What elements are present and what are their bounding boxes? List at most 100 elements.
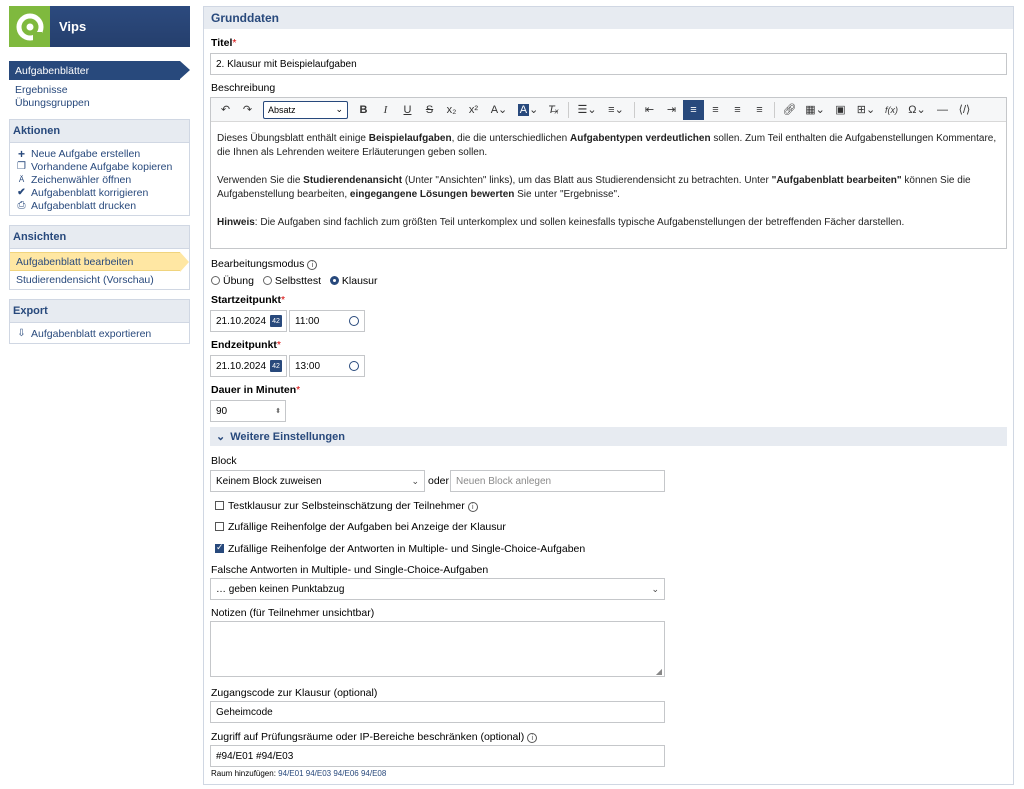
bullet-list-icon[interactable]: ☰⌄ [573, 100, 601, 120]
nav-item-uebungsgruppen[interactable]: Übungsgruppen [9, 96, 190, 109]
main-content: Grunddaten Titel* 2. Klausur mit Beispie… [203, 6, 1014, 785]
align-justify-icon[interactable]: ≡ [749, 100, 770, 120]
views-panel: Ansichten Aufgabenblatt bearbeiten Studi… [9, 225, 190, 290]
action-char-picker[interactable]: Ä Zeichenwähler öffnen [10, 173, 189, 186]
main-nav: Aufgabenblätter Ergebnisse Übungsgruppen [9, 61, 190, 109]
numbered-list-icon[interactable]: ≡⌄ [602, 100, 630, 120]
nav-item-ergebnisse[interactable]: Ergebnisse [9, 83, 190, 96]
nav-item-aufgabenblaetter[interactable]: Aufgabenblätter [9, 61, 190, 80]
chevron-down-icon: ⌄ [216, 431, 226, 443]
strikethrough-icon[interactable]: S [419, 100, 440, 120]
section-title: Grunddaten [204, 7, 1013, 29]
room-link[interactable]: 94/E01 [278, 769, 303, 778]
checkbox-icon[interactable] [215, 542, 224, 553]
resize-handle-icon[interactable]: ◢ [656, 667, 662, 676]
access-code-label: Zugangscode zur Klausur (optional) [211, 687, 378, 699]
action-export[interactable]: ⇩ Aufgabenblatt exportieren [10, 327, 189, 340]
views-heading: Ansichten [10, 226, 189, 249]
editor-toolbar: ↶ ↷ Absatz ⌄ B I U S x₂ x² A⌄ A ⌄ T̶ₓ ☰⌄ ≡… [211, 98, 1006, 122]
title-label: Titel* [211, 37, 237, 49]
end-label: Endzeitpunkt* [211, 339, 282, 351]
link-icon[interactable]: 🔗︎ [779, 100, 800, 120]
rich-text-editor[interactable]: ↶ ↷ Absatz ⌄ B I U S x₂ x² A⌄ A ⌄ T̶ₓ ☰⌄ ≡… [210, 97, 1007, 249]
underline-icon[interactable]: U [397, 100, 418, 120]
actions-heading: Aktionen [10, 120, 189, 143]
media-icon[interactable]: ⊞⌄ [852, 100, 880, 120]
calendar-icon[interactable]: 42 [270, 315, 282, 327]
info-icon[interactable]: i [467, 502, 478, 512]
duration-label: Dauer in Minuten* [211, 384, 301, 396]
calendar-icon[interactable]: 42 [270, 360, 282, 372]
source-icon[interactable]: ⟨/⟩ [954, 100, 975, 120]
chevron-down-icon: ⌄ [651, 583, 659, 594]
radio-icon [262, 276, 272, 285]
action-correct[interactable]: ✔ Aufgabenblatt korrigieren [10, 186, 189, 199]
clock-icon[interactable] [349, 361, 359, 371]
align-left-icon[interactable]: ≡ [683, 99, 704, 120]
export-heading: Export [10, 300, 189, 323]
superscript-icon[interactable]: x² [463, 100, 484, 120]
toolbar-separator [774, 101, 775, 118]
action-label: Aufgabenblatt korrigieren [31, 186, 149, 199]
checkbox-icon[interactable] [215, 522, 224, 531]
action-label: Neue Aufgabe erstellen [31, 147, 141, 160]
align-center-icon[interactable]: ≡ [705, 100, 726, 120]
clock-icon[interactable] [349, 316, 359, 326]
room-link[interactable]: 94/E08 [361, 769, 386, 778]
info-icon[interactable]: i [527, 733, 538, 743]
view-student-preview[interactable]: Studierendensicht (Vorschau) [10, 273, 189, 286]
redo-icon[interactable]: ↷ [237, 100, 258, 120]
undo-icon[interactable]: ↶ [215, 100, 236, 120]
notes-textarea[interactable]: ◢ [210, 621, 665, 677]
info-icon[interactable]: i [307, 260, 318, 270]
table-icon[interactable]: ▦⌄ [801, 100, 829, 120]
align-right-icon[interactable]: ≡ [727, 100, 748, 120]
remove-format-icon[interactable]: T̶ₓ [543, 100, 564, 120]
font-color-icon[interactable]: A⌄ [485, 100, 513, 120]
indent-icon[interactable]: ⇥ [661, 100, 682, 120]
ip-label: Zugriff auf Prüfungsräume oder IP-Bereic… [211, 731, 538, 743]
option-random-tasks[interactable]: Zufällige Reihenfolge der Aufgaben bei A… [215, 521, 506, 533]
special-chars-icon[interactable]: Ω⌄ [903, 100, 931, 120]
outdent-icon[interactable]: ⇤ [639, 100, 660, 120]
horizontal-line-icon[interactable]: — [932, 100, 953, 120]
image-icon[interactable]: ▣ [830, 100, 851, 120]
ip-input[interactable]: #94/E01 #94/E03 [210, 745, 665, 767]
bold-icon[interactable]: B [353, 100, 374, 120]
checkbox-icon[interactable] [215, 501, 224, 510]
more-settings-toggle[interactable]: ⌄ Weitere Einstellungen [210, 427, 1007, 446]
subscript-icon[interactable]: x₂ [441, 100, 462, 120]
room-link[interactable]: 94/E03 [306, 769, 331, 778]
action-label: Aufgabenblatt exportieren [31, 327, 152, 340]
action-print[interactable]: ⎙ Aufgabenblatt drucken [10, 199, 189, 212]
actions-panel: Aktionen + Neue Aufgabe erstellen ❐ Vorhan… [9, 119, 190, 216]
toolbar-separator [634, 101, 635, 118]
chevron-down-icon: ⌄ [411, 475, 419, 486]
italic-icon[interactable]: I [375, 100, 396, 120]
room-link[interactable]: 94/E06 [333, 769, 358, 778]
block-select[interactable]: Keinem Block zuweisen ⌄ [210, 470, 425, 492]
format-select[interactable]: Absatz ⌄ [263, 100, 348, 119]
notes-label: Notizen (für Teilnehmer unsichtbar) [211, 607, 375, 619]
title-input[interactable]: 2. Klausur mit Beispielaufgaben [210, 53, 1007, 75]
or-text: oder [428, 475, 450, 487]
option-selftest[interactable]: Testklausur zur Selbsteinschätzung der T… [215, 500, 478, 512]
background-color-icon[interactable]: A ⌄ [514, 100, 542, 120]
action-new-task[interactable]: + Neue Aufgabe erstellen [10, 147, 189, 161]
access-code-input[interactable]: Geheimcode [210, 701, 665, 723]
new-block-input[interactable]: Neuen Block anlegen [450, 470, 665, 492]
radio-klausur[interactable]: Klausur [329, 275, 378, 287]
option-random-answers[interactable]: Zufällige Reihenfolge der Antworten in M… [215, 542, 585, 555]
sidebar: Vips Aufgabenblätter Ergebnisse Übungsgr… [9, 6, 190, 344]
radio-uebung[interactable]: Übung [211, 275, 254, 287]
duration-input[interactable]: 90 ⬍ [210, 400, 286, 422]
radio-selbsttest[interactable]: Selbsttest [262, 275, 321, 287]
formula-icon[interactable]: f(x) [881, 100, 902, 120]
editor-content[interactable]: Dieses Übungsblatt enthält einige Beispi… [211, 122, 1006, 230]
view-edit-sheet[interactable]: Aufgabenblatt bearbeiten [10, 252, 189, 272]
app-header: Vips [9, 6, 190, 47]
action-copy-task[interactable]: ❐ Vorhandene Aufgabe kopieren [10, 160, 189, 173]
wrong-answers-select[interactable]: … geben keinen Punktabzug ⌄ [210, 578, 665, 600]
vips-logo-icon [9, 6, 50, 47]
stepper-icon[interactable]: ⬍ [275, 407, 281, 415]
